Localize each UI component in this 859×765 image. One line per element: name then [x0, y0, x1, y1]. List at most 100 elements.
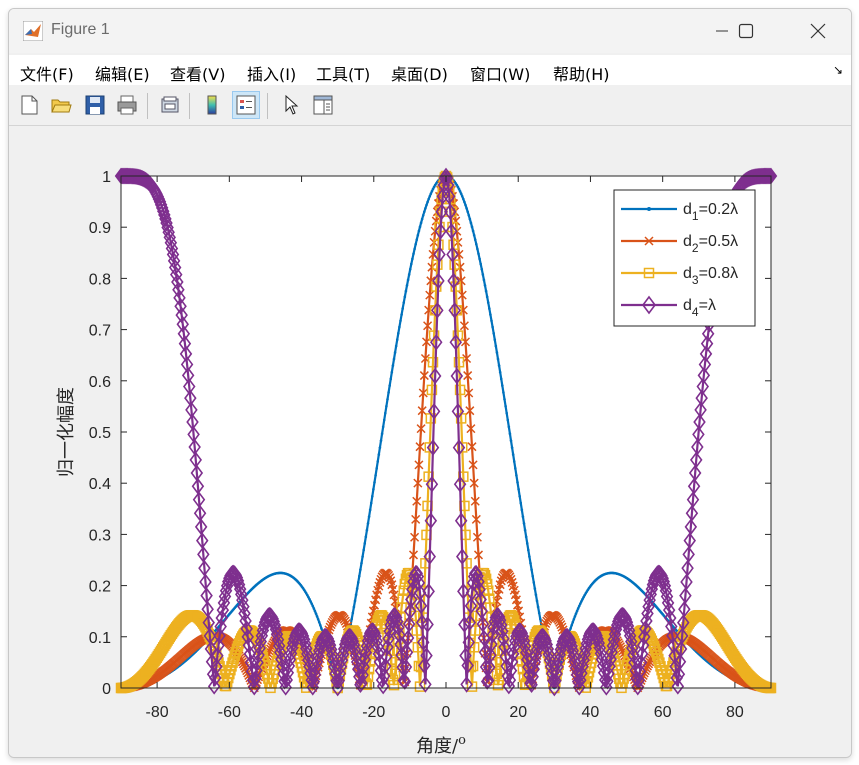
x-tick-label: 40: [582, 704, 600, 721]
x-tick-label: 60: [654, 704, 672, 721]
data-point: [509, 439, 513, 442]
data-point: [388, 384, 391, 387]
data-point: [523, 528, 527, 532]
data-point: [376, 460, 380, 463]
data-point: [399, 319, 402, 323]
data-point: [519, 501, 523, 505]
y-tick-label: 0.5: [89, 425, 111, 442]
data-point: [398, 325, 401, 329]
x-tick-label: 80: [726, 704, 744, 721]
data-point: [316, 617, 320, 621]
data-point: [420, 217, 424, 221]
data-point: [385, 404, 388, 408]
data-point: [569, 627, 572, 630]
y-tick-label: 0.8: [89, 271, 111, 288]
data-point: [501, 384, 504, 387]
data-point: [382, 418, 386, 422]
data-point: [374, 474, 377, 477]
data-point: [576, 607, 580, 610]
data-point: [310, 602, 313, 605]
data-point: [412, 252, 415, 256]
data-point: [425, 203, 428, 207]
data-point: [430, 189, 434, 193]
data-point: [426, 200, 429, 204]
data-point: [386, 397, 389, 401]
data-point: [421, 213, 425, 217]
data-point: [423, 210, 426, 213]
data-point: [458, 189, 462, 193]
y-tick-label: 1: [102, 169, 111, 186]
data-point: [351, 611, 355, 615]
plot-area[interactable]: -80 -60 -40 -20 0 20 40 60 80 0 0.1 0.2 0.3 0.4 0.5 0.6…: [8, 8, 852, 758]
data-point: [574, 612, 578, 615]
data-point: [457, 187, 461, 191]
data-point: [394, 344, 398, 348]
data-point: [527, 548, 530, 552]
legend-label-tail: =λ: [699, 297, 716, 314]
x-axis-label-text: 角度/: [416, 736, 459, 757]
data-point: [392, 357, 396, 361]
data-point: [355, 587, 359, 590]
data-point: [502, 391, 505, 394]
data-point: [484, 289, 488, 293]
data-point: [528, 555, 531, 558]
data-point: [406, 278, 410, 282]
data-point: [514, 467, 517, 470]
y-tick-label: 0.9: [89, 220, 111, 237]
data-point: [372, 487, 375, 491]
data-point: [538, 617, 542, 621]
data-point: [311, 604, 315, 608]
data-point: [522, 522, 526, 525]
data-point: [516, 481, 519, 484]
legend-label-base: d: [683, 201, 692, 218]
data-point: [379, 439, 383, 442]
figure-window: Figure 1 文件(F) 编辑(E) 查看(V) 插入(I) 工具(T) 桌…: [8, 8, 852, 758]
data-point: [363, 542, 367, 545]
data-point: [504, 404, 507, 408]
legend-label-tail: =0.5λ: [699, 233, 739, 250]
data-point: [492, 331, 495, 335]
data-point: [411, 257, 414, 261]
data-point: [485, 295, 489, 299]
data-point: [532, 581, 536, 584]
data-point: [350, 617, 354, 621]
data-point: [410, 262, 413, 266]
legend[interactable]: d1=0.2λd2=0.5λd3=0.8λd4=λ: [613, 189, 756, 327]
data-point: [356, 581, 360, 584]
data-point: [490, 319, 493, 323]
data-point: [571, 620, 575, 624]
data-point: [419, 221, 423, 225]
x-axis-label: 角度/o: [416, 733, 466, 757]
data-point: [518, 494, 521, 498]
data-point: [530, 568, 533, 571]
data-point: [482, 278, 486, 282]
data-point: [497, 364, 501, 367]
data-point: [471, 229, 475, 233]
data-point: [480, 267, 484, 271]
data-point: [489, 313, 492, 316]
data-point: [418, 225, 422, 229]
legend-label-base: d: [683, 233, 692, 250]
data-point: [320, 627, 323, 630]
x-tick-label: 20: [509, 704, 527, 721]
data-point: [378, 446, 382, 449]
data-point: [508, 432, 512, 436]
data-point: [496, 357, 500, 361]
y-tick-label: 0.6: [89, 374, 111, 391]
data-point: [402, 301, 406, 304]
data-point: [397, 331, 400, 335]
data-point: [361, 555, 364, 558]
data-point: [359, 568, 362, 571]
data-point: [395, 338, 399, 341]
data-point: [319, 623, 322, 627]
data-point: [531, 574, 534, 578]
data-point: [467, 213, 471, 217]
data-point: [506, 418, 510, 422]
data-point: [476, 247, 479, 251]
data-point: [503, 397, 506, 401]
y-tick-label: 0: [102, 681, 111, 698]
data-point: [472, 233, 476, 237]
data-point: [415, 238, 419, 242]
legend-label-base: d: [683, 265, 692, 282]
data-point: [393, 351, 397, 354]
